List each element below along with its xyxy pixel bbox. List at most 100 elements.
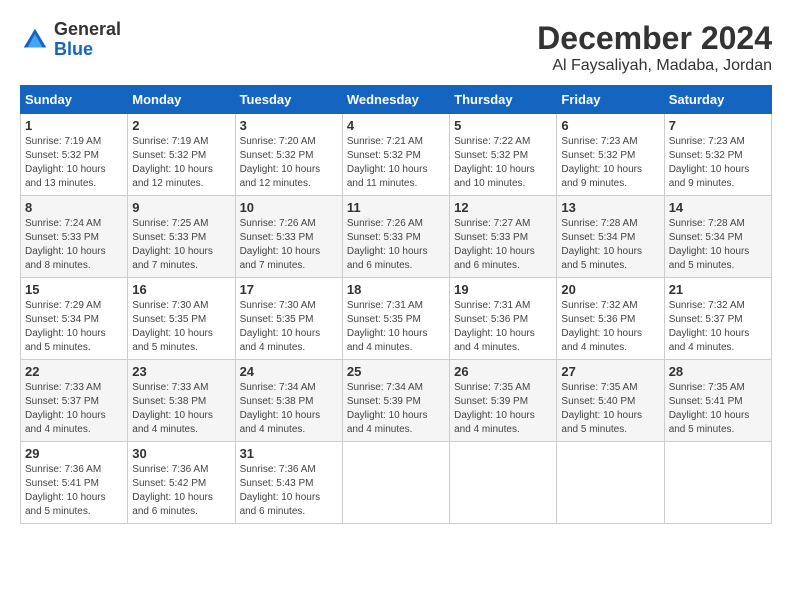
logo-text: General Blue bbox=[54, 20, 121, 60]
calendar-cell: 9 Sunrise: 7:25 AM Sunset: 5:33 PM Daylig… bbox=[128, 196, 235, 278]
calendar-header-row: SundayMondayTuesdayWednesdayThursdayFrid… bbox=[21, 86, 772, 114]
calendar-cell bbox=[342, 442, 449, 524]
day-number: 15 bbox=[25, 282, 123, 297]
day-number: 11 bbox=[347, 200, 445, 215]
day-number: 2 bbox=[132, 118, 230, 133]
day-info: Sunrise: 7:26 AM Sunset: 5:33 PM Dayligh… bbox=[240, 217, 338, 273]
calendar-cell: 22 Sunrise: 7:33 AM Sunset: 5:37 PM Dayli… bbox=[21, 360, 128, 442]
day-info: Sunrise: 7:31 AM Sunset: 5:36 PM Dayligh… bbox=[454, 299, 552, 355]
calendar-cell: 31Sunrise: 7:36 AM Sunset: 5:43 PM Dayli… bbox=[235, 442, 342, 524]
day-number: 4 bbox=[347, 118, 445, 133]
day-number: 30 bbox=[132, 446, 230, 461]
calendar-week-row: 8 Sunrise: 7:24 AM Sunset: 5:33 PM Daylig… bbox=[21, 196, 772, 278]
day-number: 28 bbox=[669, 364, 767, 379]
calendar-cell: 27 Sunrise: 7:35 AM Sunset: 5:40 PM Dayli… bbox=[557, 360, 664, 442]
day-info: Sunrise: 7:29 AM Sunset: 5:34 PM Dayligh… bbox=[25, 299, 123, 355]
calendar-cell: 17 Sunrise: 7:30 AM Sunset: 5:35 PM Dayli… bbox=[235, 278, 342, 360]
calendar-cell: 11 Sunrise: 7:26 AM Sunset: 5:33 PM Dayli… bbox=[342, 196, 449, 278]
day-info: Sunrise: 7:33 AM Sunset: 5:38 PM Dayligh… bbox=[132, 381, 230, 437]
day-info: Sunrise: 7:19 AM Sunset: 5:32 PM Dayligh… bbox=[132, 135, 230, 191]
logo: General Blue bbox=[20, 20, 121, 60]
day-number: 26 bbox=[454, 364, 552, 379]
day-number: 9 bbox=[132, 200, 230, 215]
day-info: Sunrise: 7:34 AM Sunset: 5:38 PM Dayligh… bbox=[240, 381, 338, 437]
calendar-cell: 14Sunrise: 7:28 AM Sunset: 5:34 PM Dayli… bbox=[664, 196, 771, 278]
calendar-cell: 24 Sunrise: 7:34 AM Sunset: 5:38 PM Dayli… bbox=[235, 360, 342, 442]
calendar-cell: 6 Sunrise: 7:23 AM Sunset: 5:32 PM Daylig… bbox=[557, 114, 664, 196]
calendar-cell: 16Sunrise: 7:30 AM Sunset: 5:35 PM Dayli… bbox=[128, 278, 235, 360]
day-info: Sunrise: 7:36 AM Sunset: 5:41 PM Dayligh… bbox=[25, 463, 123, 519]
day-number: 20 bbox=[561, 282, 659, 297]
title-block: December 2024 Al Faysaliyah, Madaba, Jor… bbox=[537, 20, 772, 75]
calendar-table: SundayMondayTuesdayWednesdayThursdayFrid… bbox=[20, 85, 772, 524]
calendar-cell: 19 Sunrise: 7:31 AM Sunset: 5:36 PM Dayli… bbox=[450, 278, 557, 360]
weekday-header: Friday bbox=[557, 86, 664, 114]
day-info: Sunrise: 7:30 AM Sunset: 5:35 PM Dayligh… bbox=[240, 299, 338, 355]
calendar-cell bbox=[664, 442, 771, 524]
calendar-week-row: 29Sunrise: 7:36 AM Sunset: 5:41 PM Dayli… bbox=[21, 442, 772, 524]
day-info: Sunrise: 7:23 AM Sunset: 5:32 PM Dayligh… bbox=[561, 135, 659, 191]
day-info: Sunrise: 7:35 AM Sunset: 5:40 PM Dayligh… bbox=[561, 381, 659, 437]
day-number: 6 bbox=[561, 118, 659, 133]
logo-icon bbox=[20, 25, 50, 55]
calendar-cell: 2 Sunrise: 7:19 AM Sunset: 5:32 PM Daylig… bbox=[128, 114, 235, 196]
weekday-header: Saturday bbox=[664, 86, 771, 114]
day-number: 12 bbox=[454, 200, 552, 215]
weekday-header: Thursday bbox=[450, 86, 557, 114]
day-info: Sunrise: 7:36 AM Sunset: 5:43 PM Dayligh… bbox=[240, 463, 338, 519]
day-number: 7 bbox=[669, 118, 767, 133]
day-info: Sunrise: 7:27 AM Sunset: 5:33 PM Dayligh… bbox=[454, 217, 552, 273]
weekday-header: Monday bbox=[128, 86, 235, 114]
day-info: Sunrise: 7:26 AM Sunset: 5:33 PM Dayligh… bbox=[347, 217, 445, 273]
day-number: 24 bbox=[240, 364, 338, 379]
weekday-header: Wednesday bbox=[342, 86, 449, 114]
calendar-cell: 21Sunrise: 7:32 AM Sunset: 5:37 PM Dayli… bbox=[664, 278, 771, 360]
day-info: Sunrise: 7:32 AM Sunset: 5:36 PM Dayligh… bbox=[561, 299, 659, 355]
day-number: 8 bbox=[25, 200, 123, 215]
weekday-header: Sunday bbox=[21, 86, 128, 114]
day-info: Sunrise: 7:20 AM Sunset: 5:32 PM Dayligh… bbox=[240, 135, 338, 191]
calendar-cell bbox=[450, 442, 557, 524]
day-info: Sunrise: 7:23 AM Sunset: 5:32 PM Dayligh… bbox=[669, 135, 767, 191]
day-number: 18 bbox=[347, 282, 445, 297]
calendar-cell: 29Sunrise: 7:36 AM Sunset: 5:41 PM Dayli… bbox=[21, 442, 128, 524]
calendar-cell: 26 Sunrise: 7:35 AM Sunset: 5:39 PM Dayli… bbox=[450, 360, 557, 442]
day-info: Sunrise: 7:35 AM Sunset: 5:41 PM Dayligh… bbox=[669, 381, 767, 437]
day-info: Sunrise: 7:30 AM Sunset: 5:35 PM Dayligh… bbox=[132, 299, 230, 355]
day-number: 3 bbox=[240, 118, 338, 133]
calendar-cell: 12 Sunrise: 7:27 AM Sunset: 5:33 PM Dayli… bbox=[450, 196, 557, 278]
calendar-cell: 18Sunrise: 7:31 AM Sunset: 5:35 PM Dayli… bbox=[342, 278, 449, 360]
calendar-cell: 7 Sunrise: 7:23 AM Sunset: 5:32 PM Daylig… bbox=[664, 114, 771, 196]
day-info: Sunrise: 7:24 AM Sunset: 5:33 PM Dayligh… bbox=[25, 217, 123, 273]
day-info: Sunrise: 7:34 AM Sunset: 5:39 PM Dayligh… bbox=[347, 381, 445, 437]
calendar-cell: 30Sunrise: 7:36 AM Sunset: 5:42 PM Dayli… bbox=[128, 442, 235, 524]
day-number: 19 bbox=[454, 282, 552, 297]
calendar-cell: 15 Sunrise: 7:29 AM Sunset: 5:34 PM Dayli… bbox=[21, 278, 128, 360]
day-info: Sunrise: 7:35 AM Sunset: 5:39 PM Dayligh… bbox=[454, 381, 552, 437]
day-number: 1 bbox=[25, 118, 123, 133]
calendar-week-row: 15 Sunrise: 7:29 AM Sunset: 5:34 PM Dayli… bbox=[21, 278, 772, 360]
calendar-cell: 1Sunrise: 7:19 AM Sunset: 5:32 PM Daylig… bbox=[21, 114, 128, 196]
day-number: 17 bbox=[240, 282, 338, 297]
day-info: Sunrise: 7:25 AM Sunset: 5:33 PM Dayligh… bbox=[132, 217, 230, 273]
calendar-cell: 28 Sunrise: 7:35 AM Sunset: 5:41 PM Dayli… bbox=[664, 360, 771, 442]
day-number: 27 bbox=[561, 364, 659, 379]
calendar-cell: 4Sunrise: 7:21 AM Sunset: 5:32 PM Daylig… bbox=[342, 114, 449, 196]
day-number: 25 bbox=[347, 364, 445, 379]
day-number: 10 bbox=[240, 200, 338, 215]
day-number: 21 bbox=[669, 282, 767, 297]
calendar-cell: 23 Sunrise: 7:33 AM Sunset: 5:38 PM Dayli… bbox=[128, 360, 235, 442]
day-number: 22 bbox=[25, 364, 123, 379]
location-title: Al Faysaliyah, Madaba, Jordan bbox=[537, 57, 772, 75]
day-info: Sunrise: 7:28 AM Sunset: 5:34 PM Dayligh… bbox=[669, 217, 767, 273]
calendar-cell: 8 Sunrise: 7:24 AM Sunset: 5:33 PM Daylig… bbox=[21, 196, 128, 278]
day-number: 23 bbox=[132, 364, 230, 379]
day-info: Sunrise: 7:28 AM Sunset: 5:34 PM Dayligh… bbox=[561, 217, 659, 273]
calendar-cell: 10 Sunrise: 7:26 AM Sunset: 5:33 PM Dayli… bbox=[235, 196, 342, 278]
month-title: December 2024 bbox=[537, 20, 772, 57]
day-number: 5 bbox=[454, 118, 552, 133]
weekday-header: Tuesday bbox=[235, 86, 342, 114]
day-number: 13 bbox=[561, 200, 659, 215]
calendar-cell: 20 Sunrise: 7:32 AM Sunset: 5:36 PM Dayli… bbox=[557, 278, 664, 360]
day-info: Sunrise: 7:33 AM Sunset: 5:37 PM Dayligh… bbox=[25, 381, 123, 437]
